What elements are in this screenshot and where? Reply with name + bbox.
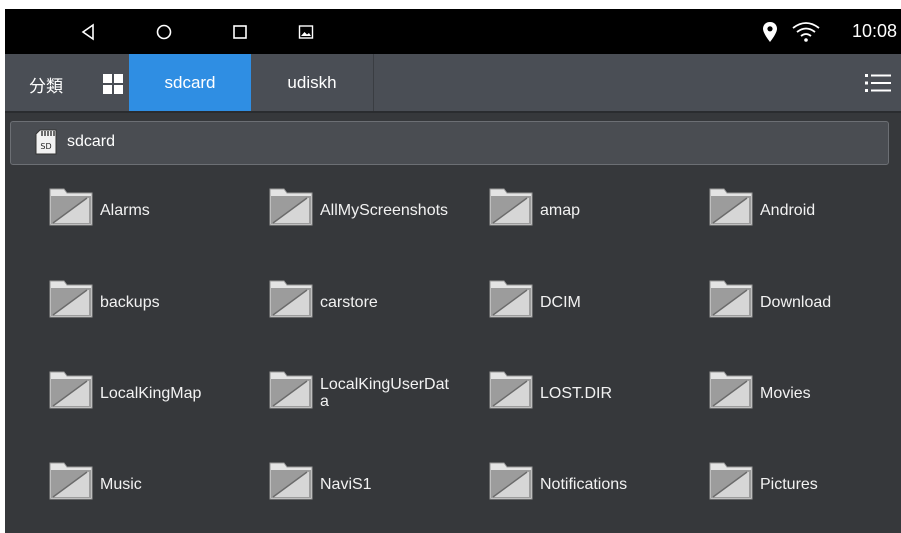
folder-icon [489, 462, 533, 500]
folder-icon [709, 280, 753, 318]
folder-item[interactable]: LOST.DIR [488, 364, 708, 422]
home-button[interactable] [151, 19, 177, 45]
folder-item[interactable]: LocalKingUserData [268, 364, 488, 422]
folder-name: amap [540, 201, 581, 219]
list-menu-icon[interactable] [865, 72, 891, 94]
clock: 10:08 [851, 21, 897, 41]
folder-name: Notifications [540, 475, 628, 493]
folder-icon [489, 280, 533, 318]
path-bar[interactable]: SD sdcard [10, 121, 889, 165]
folder-icon [49, 371, 93, 409]
folder-name: Music [100, 475, 142, 493]
folder-icon [269, 462, 313, 500]
folder-name: LocalKingMap [100, 384, 202, 402]
folder-icon [709, 462, 753, 500]
folder-name: carstore [320, 293, 378, 311]
tab-bar: 分類 sdcard udiskh [5, 54, 901, 113]
gallery-notification[interactable] [293, 19, 319, 45]
wifi-icon [792, 22, 820, 42]
folder-name: LocalKingUserData [320, 376, 449, 410]
folder-item[interactable]: AllMyScreenshots [268, 181, 488, 239]
folder-icon [269, 280, 313, 318]
status-bar: 10:08 [5, 9, 901, 54]
folder-icon [49, 188, 93, 226]
folder-icon [489, 188, 533, 226]
folder-name: Pictures [760, 475, 818, 493]
folder-name: NaviS1 [320, 475, 372, 493]
folder-name: Movies [760, 384, 811, 402]
folder-item[interactable]: amap [488, 181, 708, 239]
folder-name: Alarms [100, 201, 150, 219]
grid-view-icon[interactable] [103, 74, 123, 94]
recents-icon [233, 25, 247, 39]
sd-card-icon: SD [35, 129, 57, 155]
folder-item[interactable]: Pictures [708, 455, 901, 513]
category-label[interactable]: 分類 [29, 72, 63, 97]
folder-name: LOST.DIR [540, 384, 613, 402]
folder-item[interactable]: Download [708, 273, 901, 331]
folder-icon [269, 188, 313, 226]
folder-icon [709, 188, 753, 226]
back-icon [81, 23, 94, 41]
sd-card-icon-text: SD [40, 142, 51, 151]
folder-name: backups [100, 293, 160, 311]
folder-item[interactable]: NaviS1 [268, 455, 488, 513]
folder-icon [269, 371, 313, 409]
folder-item[interactable]: backups [48, 273, 268, 331]
folder-item[interactable]: carstore [268, 273, 488, 331]
folder-icon [49, 462, 93, 500]
folder-icon [709, 371, 753, 409]
folder-icon [49, 280, 93, 318]
tab-udiskh[interactable]: udiskh [251, 54, 374, 111]
current-path: sdcard [67, 133, 116, 150]
recents-button[interactable] [227, 19, 253, 45]
home-icon [156, 24, 172, 40]
folder-item[interactable]: Movies [708, 364, 901, 422]
folder-name: Download [760, 293, 832, 311]
folder-item[interactable]: Android [708, 181, 901, 239]
screen: 10:08 分類 sdcard udiskh SD sdcard Alarms A… [5, 9, 901, 533]
folder-item[interactable]: Alarms [48, 181, 268, 239]
folder-name: DCIM [540, 293, 581, 311]
folder-item[interactable]: Notifications [488, 455, 708, 513]
folder-name: AllMyScreenshots [320, 201, 449, 219]
folder-item[interactable]: DCIM [488, 273, 708, 331]
folder-name: Android [760, 201, 816, 219]
folder-item[interactable]: Music [48, 455, 268, 513]
folder-icon [489, 371, 533, 409]
back-button[interactable] [75, 19, 101, 45]
location-icon [763, 22, 777, 42]
folder-item[interactable]: LocalKingMap [48, 364, 268, 422]
tab-sdcard[interactable]: sdcard [129, 54, 251, 111]
gallery-icon [298, 25, 314, 39]
